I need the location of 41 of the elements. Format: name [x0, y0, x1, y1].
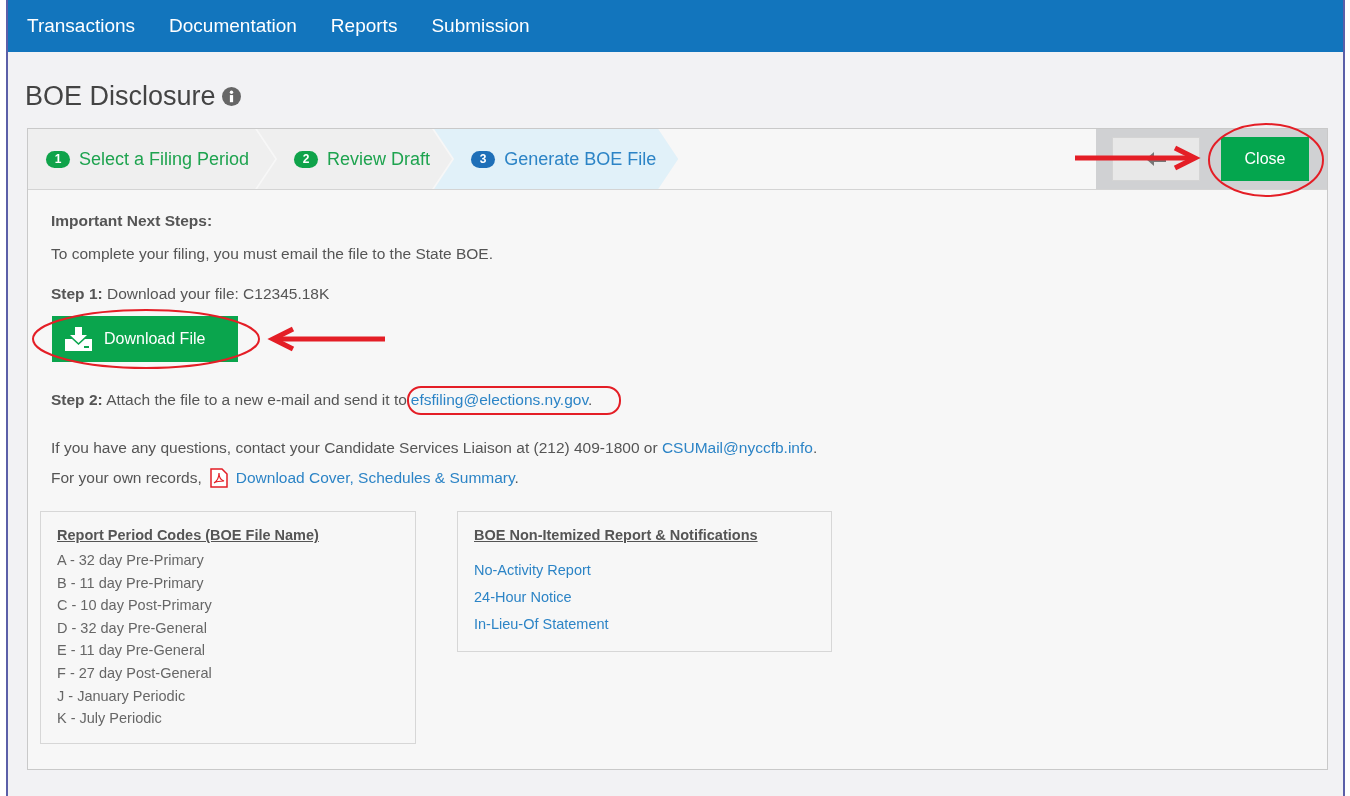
wizard-step[interactable]: 3 Generate BOE File [434, 129, 679, 189]
info-icon[interactable] [221, 86, 241, 106]
nav-link[interactable]: Reports [330, 15, 398, 37]
section-heading: Important Next Steps: [51, 212, 214, 230]
wizard-step[interactable]: 2 Review Draft [257, 129, 453, 189]
code-item: K - July Periodic [57, 709, 163, 729]
nav-link[interactable]: Documentation [169, 15, 297, 37]
step-two-text: Step 2: Attach the file to a new e-mail and send it to efsfiling@elections.ny.gov. [51, 390, 1303, 410]
code-item: A - 32 day Pre-Primary [57, 551, 205, 570]
step-number: 1 [46, 150, 70, 168]
code-item: J - January Periodic [57, 686, 187, 706]
nav-link[interactable]: Transactions [27, 15, 136, 37]
instruction-text: To complete your filing, you must email the file to the State BOE. [51, 244, 494, 264]
close-button[interactable]: Close [1221, 137, 1309, 181]
report-link[interactable]: 24-Hour Notice [474, 584, 815, 611]
records-label: For your own records, [51, 468, 202, 488]
download-icon [65, 327, 92, 351]
email-link[interactable]: CSUMail@nyccfb.info [661, 439, 813, 456]
card-title: BOE Non-Itemized Report & Notifications [474, 527, 759, 543]
code-item: F - 27 day Post-General [57, 663, 213, 683]
download-summary-link[interactable]: Download Cover, Schedules & Summary [235, 469, 515, 486]
report-link[interactable]: In-Lieu-Of Statement [474, 611, 815, 638]
email-link[interactable]: efsfiling@elections.ny.gov [410, 391, 588, 408]
step-one-text: Step 1: Download your file: C12345.18K [51, 284, 331, 304]
step-label: Generate BOE File [504, 148, 657, 170]
pdf-icon [209, 468, 228, 488]
card-title: Report Period Codes (BOE File Name) [57, 527, 320, 543]
code-item: B - 11 day Pre-Primary [57, 573, 205, 593]
step-number: 2 [294, 150, 319, 168]
contact-text: If you have any questions, contact your Candidate Services Liaison at (212) 409-1800 or CSUMail@nyccfb.info. [51, 438, 819, 458]
code-item: D - 32 day Pre-General [57, 618, 208, 638]
wizard-step[interactable]: 1 Select a Filing Period [28, 129, 276, 189]
step-label: Review Draft [327, 148, 431, 170]
code-item: C - 10 day Post-Primary [57, 596, 213, 616]
download-file-button[interactable]: Download File [52, 316, 238, 362]
page-title: BOE Disclosure [25, 80, 216, 112]
step-number: 3 [471, 150, 496, 168]
report-link[interactable]: No-Activity Report [474, 557, 815, 584]
code-item: E - 11 day Pre-General [57, 641, 207, 661]
step-label: Select a Filing Period [79, 148, 250, 170]
nav-link[interactable]: Submission [431, 15, 530, 37]
